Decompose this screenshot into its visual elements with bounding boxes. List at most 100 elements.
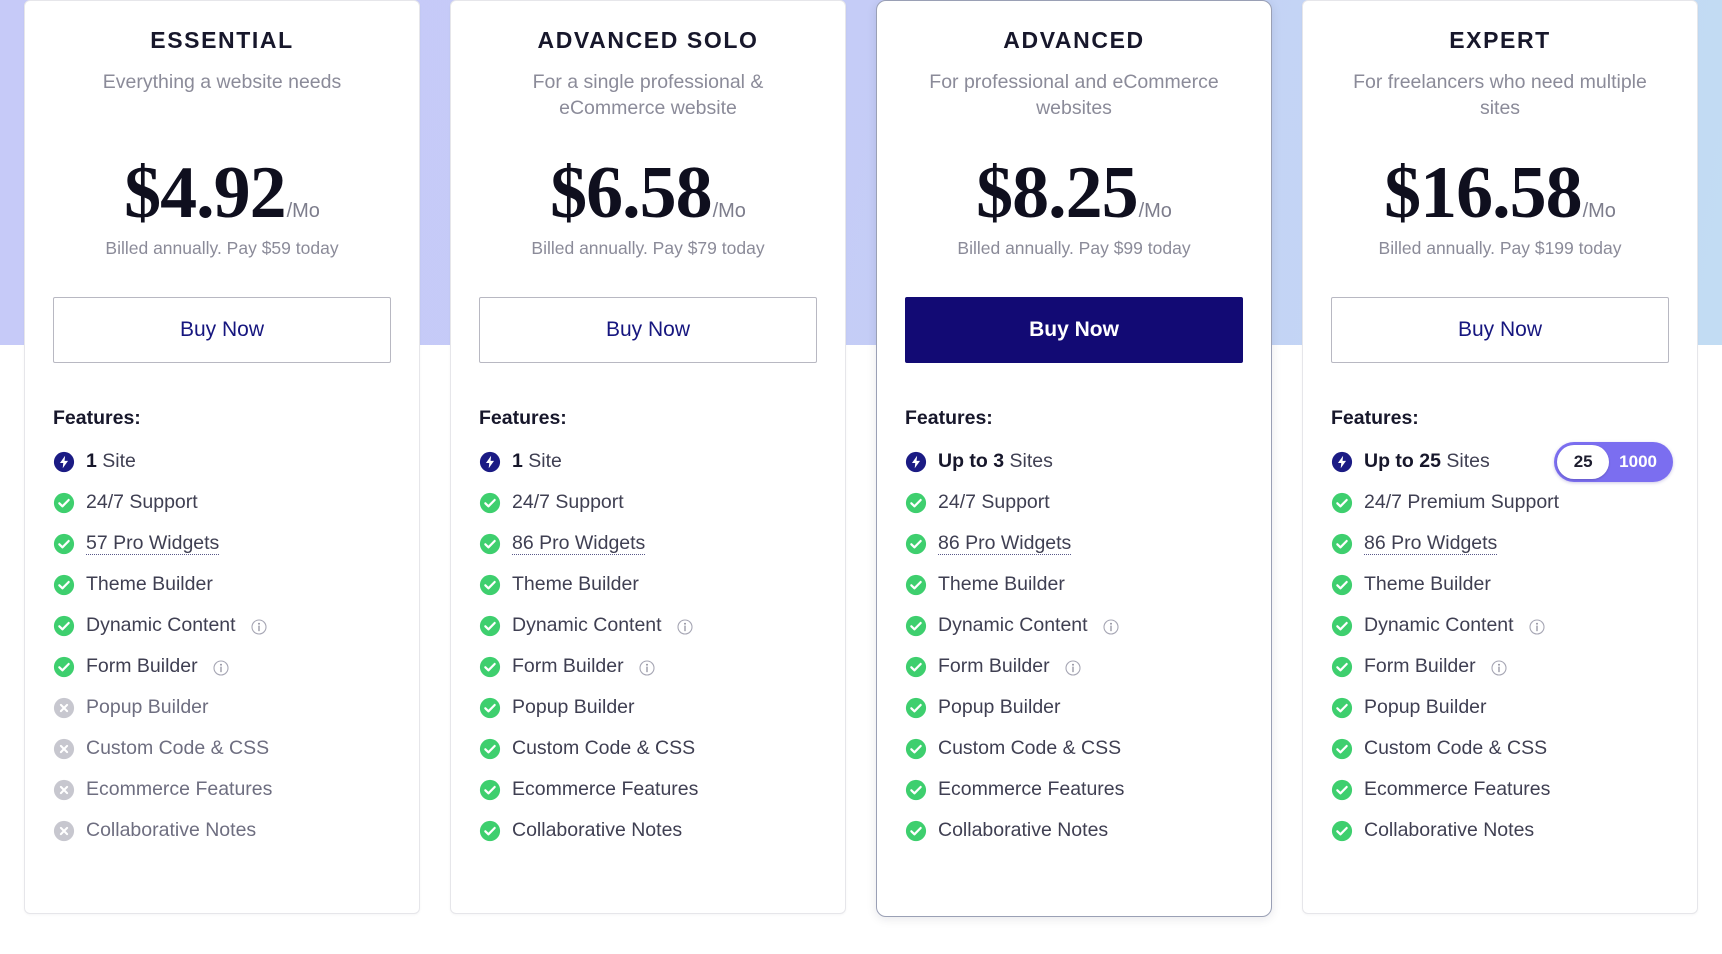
feature-label: Dynamic Content	[938, 614, 1088, 636]
feature-label[interactable]: 86 Pro Widgets	[938, 532, 1072, 555]
buy-now-button[interactable]: Buy Now	[479, 297, 817, 363]
feature-label: 24/7 Support	[86, 491, 198, 513]
feature-item: Collaborative Notes	[53, 819, 391, 842]
cross-circle-icon	[53, 779, 75, 801]
plan-price-amount: $8.25	[976, 152, 1138, 234]
feature-label[interactable]: 57 Pro Widgets	[86, 532, 220, 555]
check-circle-icon	[1331, 779, 1353, 801]
check-circle-icon	[53, 533, 75, 555]
features-heading: Features:	[905, 407, 993, 429]
feature-item: Form Builder	[1331, 655, 1669, 678]
feature-label: Form Builder	[938, 655, 1050, 677]
feature-item: 86 Pro Widgets	[1331, 532, 1669, 555]
feature-item: Form Builder	[53, 655, 391, 678]
feature-item: 24/7 Support	[905, 491, 1243, 514]
check-circle-icon	[479, 492, 501, 514]
feature-item: Theme Builder	[53, 573, 391, 596]
info-icon[interactable]	[213, 659, 229, 676]
feature-label: 24/7 Premium Support	[1364, 491, 1560, 513]
feature-list: 1 Site 24/7 Support 57 Pro Widgets Theme Bu…	[53, 450, 391, 842]
feature-item: Popup Builder	[479, 696, 817, 719]
feature-label[interactable]: 86 Pro Widgets	[1364, 532, 1498, 555]
info-icon[interactable]	[1529, 618, 1545, 635]
feature-label: Ecommerce Features	[86, 778, 273, 800]
plan-name: ADVANCED	[1003, 27, 1145, 53]
feature-label-text: Site	[102, 450, 136, 472]
info-icon[interactable]	[639, 659, 655, 676]
plan-price-row: $6.58/Mo	[479, 156, 817, 230]
check-circle-icon	[479, 615, 501, 637]
feature-tooltip-link[interactable]: 86 Pro Widgets	[512, 532, 646, 555]
feature-item: Ecommerce Features	[53, 778, 391, 801]
feature-item: Form Builder	[479, 655, 817, 678]
feature-label: Collaborative Notes	[512, 819, 683, 841]
feature-item: Theme Builder	[905, 573, 1243, 596]
check-circle-icon	[1331, 656, 1353, 678]
feature-label: Form Builder	[512, 655, 624, 677]
site-count-slider-max: 1000	[1619, 451, 1657, 471]
check-circle-icon	[479, 738, 501, 760]
bolt-icon	[53, 451, 75, 473]
feature-tooltip-link[interactable]: 57 Pro Widgets	[86, 532, 220, 555]
features-heading: Features:	[479, 407, 567, 429]
feature-item: Custom Code & CSS	[905, 737, 1243, 760]
plan-billing-note: Billed annually. Pay $99 today	[957, 238, 1191, 258]
info-icon[interactable]	[1065, 659, 1081, 676]
feature-item: Custom Code & CSS	[53, 737, 391, 760]
feature-label-emphasis: Up to 3	[938, 450, 1005, 472]
feature-label: 1 Site	[512, 450, 562, 473]
feature-label: 24/7 Support	[938, 491, 1050, 513]
check-circle-icon	[479, 574, 501, 596]
info-icon[interactable]	[1103, 618, 1119, 635]
plan-price-period: /Mo	[286, 200, 320, 222]
buy-now-button[interactable]: Buy Now	[53, 297, 391, 363]
buy-now-button[interactable]: Buy Now	[905, 297, 1243, 363]
cross-circle-icon	[53, 738, 75, 760]
feature-item: Dynamic Content	[479, 614, 817, 637]
plan-billing-note: Billed annually. Pay $59 today	[105, 238, 339, 258]
buy-now-button[interactable]: Buy Now	[1331, 297, 1669, 363]
feature-item: Ecommerce Features	[905, 778, 1243, 801]
check-circle-icon	[53, 615, 75, 637]
check-circle-icon	[1331, 615, 1353, 637]
site-count-slider-thumb[interactable]: 25	[1557, 444, 1610, 479]
feature-label[interactable]: 86 Pro Widgets	[512, 532, 646, 555]
bolt-icon	[1331, 451, 1353, 473]
feature-tooltip-link[interactable]: 86 Pro Widgets	[1364, 532, 1498, 555]
feature-label-emphasis: Up to 25	[1364, 450, 1441, 472]
check-circle-icon	[1331, 533, 1353, 555]
feature-label-text: Site	[528, 450, 562, 472]
feature-item: 24/7 Support	[53, 491, 391, 514]
pricing-card-expert: EXPERT For freelancers who need multiple …	[1302, 0, 1698, 914]
site-count-slider[interactable]: 25 1000	[1554, 441, 1673, 482]
feature-label: Dynamic Content	[86, 614, 236, 636]
features-heading: Features:	[1331, 407, 1419, 429]
feature-item: Up to 3 Sites	[905, 450, 1243, 473]
pricing-card-advanced: ADVANCED For professional and eCommerce w…	[876, 0, 1272, 917]
feature-label-emphasis: 1	[512, 450, 523, 472]
info-icon[interactable]	[677, 618, 693, 635]
info-icon[interactable]	[251, 618, 267, 635]
feature-label: Theme Builder	[512, 573, 639, 595]
feature-label: Theme Builder	[938, 573, 1065, 595]
feature-label: Form Builder	[86, 655, 198, 677]
feature-item: Custom Code & CSS	[479, 737, 817, 760]
feature-label: Theme Builder	[1364, 573, 1491, 595]
feature-label: Ecommerce Features	[1364, 778, 1551, 800]
feature-label: Popup Builder	[1364, 696, 1487, 718]
feature-item: Custom Code & CSS	[1331, 737, 1669, 760]
feature-item: Up to 25 Sites 25 1000	[1331, 441, 1673, 482]
feature-item: Dynamic Content	[905, 614, 1243, 637]
feature-label: Collaborative Notes	[1364, 819, 1535, 841]
feature-item: Collaborative Notes	[479, 819, 817, 842]
check-circle-icon	[905, 615, 927, 637]
check-circle-icon	[479, 533, 501, 555]
info-icon[interactable]	[1491, 659, 1507, 676]
feature-tooltip-link[interactable]: 86 Pro Widgets	[938, 532, 1072, 555]
feature-label: 1 Site	[86, 450, 136, 473]
feature-label: Ecommerce Features	[938, 778, 1125, 800]
feature-list: Up to 25 Sites 25 1000 24/7 Premium Support…	[1331, 441, 1673, 842]
pricing-plans-row: ESSENTIAL Everything a website needs $4.92…	[0, 0, 1722, 954]
cross-circle-icon	[53, 820, 75, 842]
check-circle-icon	[479, 697, 501, 719]
